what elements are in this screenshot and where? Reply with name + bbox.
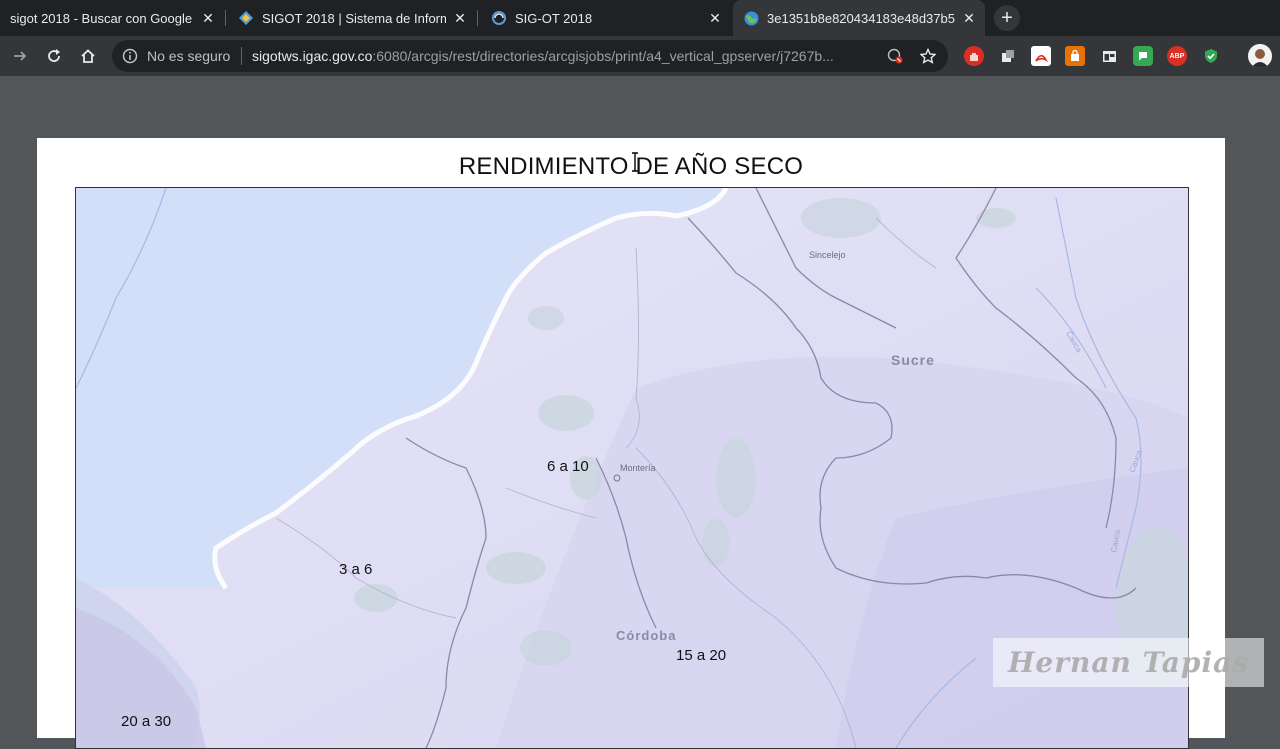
tab-title: 3e1351b8e820434183e48d37b5f [767,10,955,26]
home-icon[interactable] [74,42,102,70]
adblock-icon[interactable]: ABP [1167,46,1187,66]
close-icon[interactable]: ✕ [961,10,977,26]
globe-icon [743,10,759,26]
watermark: Hernan Tapias [993,638,1264,687]
tab-separator [477,10,478,26]
hand-icon[interactable] [964,46,984,66]
label-cordoba: Córdoba [616,628,676,643]
class-label: 3 a 6 [339,561,372,578]
tab-sigot-sistema[interactable]: SIGOT 2018 | Sistema de Informa ✕ [228,0,476,36]
translate-blocked-icon[interactable] [887,48,903,64]
security-label[interactable]: No es seguro [147,48,230,64]
tab-print-job[interactable]: 3e1351b8e820434183e48d37b5f ✕ [733,0,985,36]
url-path: :6080/arcgis/rest/directories/arcgisjobs… [372,48,834,64]
url-host: sigotws.igac.gov.co [252,48,373,64]
label-sincelejo: Sincelejo [809,250,846,260]
pdf-viewer[interactable]: RENDIMIENTO DE AÑO SECO Sincelejo Sucre … [0,76,1280,749]
tab-title: SIGOT 2018 | Sistema de Informa [262,10,446,26]
star-icon[interactable] [919,47,937,64]
puzzle-icon[interactable] [998,46,1018,66]
label-monteria: Montería [620,463,656,473]
omnibox-divider [241,47,242,65]
adblock-label: ABP [1169,52,1185,60]
class-label: 6 a 10 [547,458,589,475]
shield-icon[interactable] [1201,46,1221,66]
tab-title: SIG-OT 2018 [515,10,593,26]
sigot-icon [238,10,254,26]
label-sucre: Sucre [891,352,935,368]
window-icon[interactable] [1099,46,1119,66]
address-bar[interactable]: No es seguro sigotws.igac.gov.co:6080/ar… [112,40,948,72]
new-tab-button[interactable]: + [994,5,1020,31]
close-icon[interactable]: ✕ [452,10,468,26]
tab-separator [225,10,226,26]
close-icon[interactable]: ✕ [707,10,723,26]
browser-toolbar: No es seguro sigotws.igac.gov.co:6080/ar… [0,36,1280,76]
bag-icon[interactable] [1065,46,1085,66]
url-text[interactable]: sigotws.igac.gov.co:6080/arcgis/rest/dir… [252,48,872,64]
chat-icon[interactable] [1133,46,1153,66]
forward-arrow-icon[interactable] [6,42,34,70]
reload-icon[interactable] [40,42,68,70]
text-cursor-icon [632,152,638,172]
profile-avatar[interactable] [1248,44,1272,68]
class-label: 20 a 30 [121,713,171,730]
tab-strip: sigot 2018 - Buscar con Google ✕ SIGOT 2… [0,0,1280,36]
tab-google-search[interactable]: sigot 2018 - Buscar con Google ✕ [0,0,224,36]
pdf-icon[interactable] [1031,46,1051,66]
arcgis-icon [491,10,507,26]
tab-title: sigot 2018 - Buscar con Google [10,10,193,26]
tab-sig-ot[interactable]: SIG-OT 2018 ✕ [481,0,731,36]
close-icon[interactable]: ✕ [200,10,216,26]
class-label: 15 a 20 [676,647,726,664]
info-icon[interactable] [122,48,138,64]
